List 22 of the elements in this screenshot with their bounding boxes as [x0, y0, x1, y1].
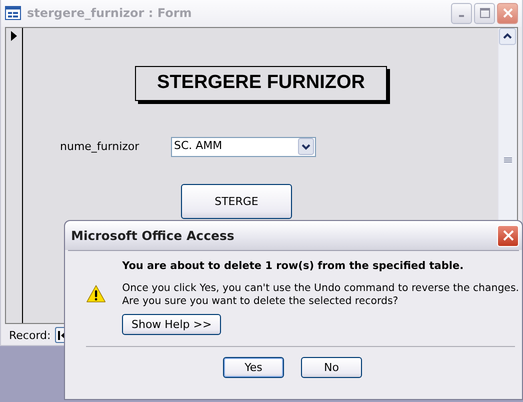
- dropdown-icon[interactable]: [298, 138, 314, 156]
- dialog-detail-text: Once you click Yes, you can't use the Undo command to reverse the changes.: [122, 282, 519, 295]
- record-label: Record:: [9, 328, 51, 342]
- dialog-detail-text: Are you sure you want to delete the selected records?: [122, 295, 400, 308]
- minimize-button[interactable]: [451, 2, 472, 24]
- close-icon: [502, 230, 514, 241]
- scroll-up-icon[interactable]: [499, 28, 516, 45]
- scroll-grip-icon: [504, 156, 512, 164]
- window-title: stergere_furnizor : Form: [27, 6, 192, 20]
- dialog-button[interactable]: No: [301, 357, 362, 378]
- form-heading: STERGERE FURNIZOR: [135, 66, 387, 101]
- close-icon: [502, 8, 512, 18]
- maximize-icon: [480, 8, 490, 18]
- dialog-message: You are about to delete 1 row(s) from the specified table.: [122, 260, 465, 272]
- field-label: nume_furnizor: [60, 140, 140, 154]
- form-icon: [5, 6, 21, 20]
- dialog-title: Microsoft Office Access: [71, 228, 234, 243]
- show-help-button[interactable]: Show Help >>: [122, 314, 222, 335]
- current-record-icon: [11, 30, 17, 41]
- delete-button[interactable]: STERGE: [181, 184, 292, 219]
- supplier-combo-box[interactable]: SC. AMM: [171, 136, 316, 157]
- dialog-button[interactable]: Yes: [223, 357, 284, 378]
